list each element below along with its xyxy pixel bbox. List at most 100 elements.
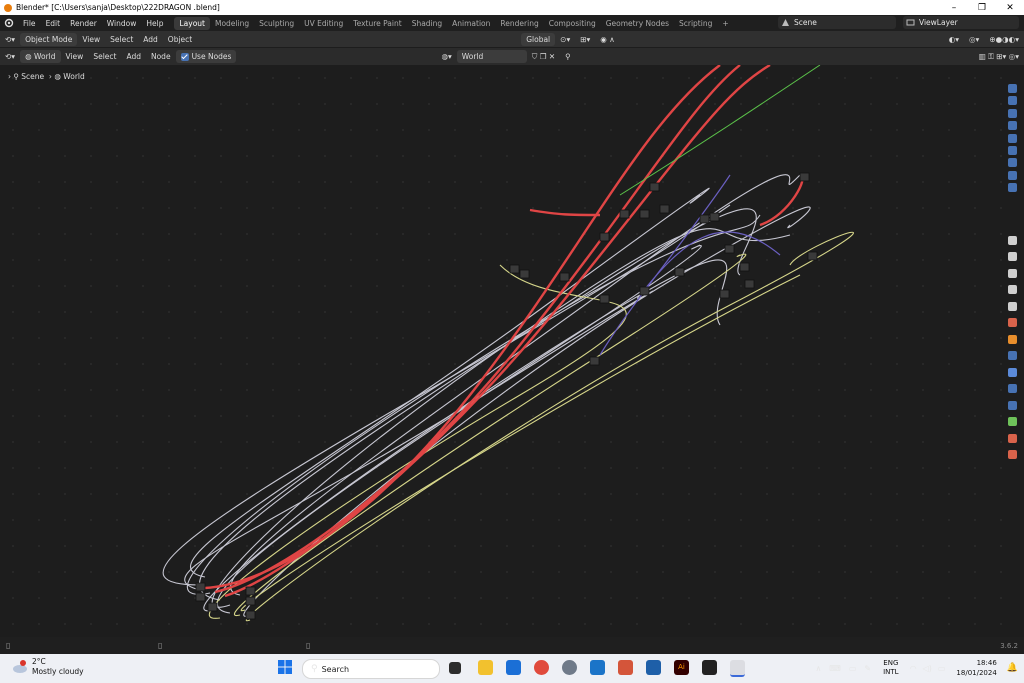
tab-sculpting[interactable]: Sculpting bbox=[254, 17, 299, 30]
menu-select-3d[interactable]: Select bbox=[105, 33, 138, 46]
tab-rendering[interactable]: Rendering bbox=[495, 17, 543, 30]
language-indicator[interactable]: ENG INTL bbox=[883, 659, 898, 677]
settings-gear-icon[interactable] bbox=[562, 660, 577, 675]
collection-camera-icon[interactable] bbox=[1008, 170, 1017, 180]
node-box[interactable] bbox=[619, 209, 630, 219]
world-fake-user-icon[interactable]: ⛉ ❐ ✕ bbox=[527, 50, 560, 63]
menu-view-node[interactable]: View bbox=[61, 50, 89, 63]
transform-orientation-selector[interactable]: Global bbox=[521, 32, 556, 46]
node-box[interactable] bbox=[599, 294, 610, 304]
add-workspace-button[interactable]: + bbox=[717, 17, 733, 30]
node-box[interactable] bbox=[245, 586, 256, 596]
properties-tab-icon[interactable] bbox=[1008, 433, 1017, 443]
task-view-icon[interactable] bbox=[449, 662, 461, 674]
maximize-button[interactable]: ❐ bbox=[968, 0, 996, 15]
node-box[interactable] bbox=[724, 244, 735, 254]
tab-layout[interactable]: Layout bbox=[174, 16, 210, 30]
blender-logo-icon[interactable] bbox=[4, 18, 14, 28]
menu-add-3d[interactable]: Add bbox=[138, 33, 163, 46]
properties-tab-icon[interactable] bbox=[1008, 450, 1017, 460]
node-box[interactable] bbox=[509, 264, 520, 274]
chrome-icon[interactable] bbox=[534, 660, 549, 675]
node-box[interactable] bbox=[599, 232, 610, 242]
pen-icon[interactable]: ✎ bbox=[864, 664, 871, 673]
collection-camera-icon[interactable] bbox=[1008, 183, 1017, 193]
properties-tab-icon[interactable] bbox=[1008, 351, 1017, 361]
properties-tab-icon[interactable] bbox=[1008, 301, 1017, 311]
properties-tab-icon[interactable] bbox=[1008, 417, 1017, 427]
collection-camera-icon[interactable] bbox=[1008, 158, 1017, 168]
tab-animation[interactable]: Animation bbox=[447, 17, 495, 30]
node-box[interactable] bbox=[195, 582, 206, 592]
scene-selector[interactable]: Scene bbox=[778, 16, 896, 29]
overlay-icon[interactable]: ◎▾ bbox=[964, 33, 984, 46]
use-nodes-checkbox[interactable] bbox=[180, 53, 189, 61]
collection-camera-icon[interactable] bbox=[1008, 145, 1017, 155]
viewport-gizmo-icon[interactable]: ◐▾ bbox=[944, 33, 964, 46]
use-nodes-toggle[interactable]: Use Nodes bbox=[175, 50, 237, 63]
wifi-icon[interactable]: ◠ bbox=[910, 664, 917, 673]
properties-tab-icon[interactable] bbox=[1008, 285, 1017, 295]
blender-taskbar-icon[interactable] bbox=[730, 660, 745, 677]
outlook-icon[interactable] bbox=[590, 660, 605, 675]
volume-icon[interactable]: ◁) bbox=[923, 664, 932, 673]
sticky-notes-icon[interactable] bbox=[702, 660, 717, 675]
menu-help[interactable]: Help bbox=[141, 19, 168, 28]
world-name-field[interactable]: World bbox=[456, 50, 527, 63]
node-box[interactable] bbox=[709, 212, 720, 222]
node-box[interactable] bbox=[639, 286, 650, 296]
node-box[interactable] bbox=[799, 172, 810, 182]
tab-modeling[interactable]: Modeling bbox=[210, 17, 254, 30]
mail-icon[interactable] bbox=[646, 660, 661, 675]
minimize-button[interactable]: – bbox=[940, 0, 968, 15]
breadcrumb-scene[interactable]: Scene bbox=[21, 72, 44, 81]
node-box[interactable] bbox=[659, 204, 670, 214]
properties-tab-icon[interactable] bbox=[1008, 367, 1017, 377]
node-box[interactable] bbox=[674, 267, 685, 277]
powerpoint-icon[interactable] bbox=[618, 660, 633, 675]
tab-uv-editing[interactable]: UV Editing bbox=[299, 17, 348, 30]
battery-icon[interactable]: ▭ bbox=[938, 664, 946, 673]
menu-add-node[interactable]: Add bbox=[121, 50, 146, 63]
view-layer-selector[interactable]: ViewLayer bbox=[903, 16, 1019, 29]
node-box[interactable] bbox=[744, 279, 755, 289]
node-box[interactable] bbox=[807, 251, 818, 261]
start-windows-icon[interactable] bbox=[278, 660, 292, 674]
menu-view-3d[interactable]: View bbox=[77, 33, 105, 46]
node-box[interactable] bbox=[589, 356, 600, 366]
properties-tab-icon[interactable] bbox=[1008, 235, 1017, 245]
menu-node[interactable]: Node bbox=[146, 50, 176, 63]
node-editor-options-icon[interactable]: ▥ ⚿ ⊞▾ ◎▾ bbox=[974, 50, 1024, 63]
node-box[interactable] bbox=[245, 610, 256, 620]
display-icon[interactable]: ▭ bbox=[849, 664, 857, 673]
notifications-icon[interactable]: 🔔 bbox=[1007, 663, 1018, 673]
tab-shading[interactable]: Shading bbox=[407, 17, 447, 30]
properties-tab-icon[interactable] bbox=[1008, 334, 1017, 344]
taskbar-search[interactable]: ⚲ Search bbox=[302, 659, 440, 679]
illustrator-icon[interactable]: Ai bbox=[674, 660, 689, 675]
menu-edit[interactable]: Edit bbox=[41, 19, 66, 28]
menu-file[interactable]: File bbox=[18, 19, 41, 28]
shading-modes-icon[interactable]: ⊕●◑◐▾ bbox=[984, 33, 1024, 46]
node-box[interactable] bbox=[699, 214, 710, 224]
node-box[interactable] bbox=[559, 272, 570, 282]
world-browse-icon[interactable]: ◍▾ bbox=[436, 50, 456, 63]
proportional-edit-icon[interactable]: ◉ ∧ bbox=[595, 33, 619, 46]
tab-texture-paint[interactable]: Texture Paint bbox=[348, 17, 406, 30]
node-editor-canvas[interactable] bbox=[0, 63, 1002, 637]
weather-widget[interactable]: 2°C Mostly cloudy bbox=[12, 657, 84, 677]
node-editor-type-button[interactable]: ⟲▾ bbox=[0, 50, 20, 63]
properties-tab-icon[interactable] bbox=[1008, 268, 1017, 278]
editor-type-button[interactable]: ⟲▾ bbox=[0, 33, 20, 46]
pivot-icon[interactable]: ⊙▾ bbox=[555, 33, 575, 46]
node-box[interactable] bbox=[739, 262, 750, 272]
node-box[interactable] bbox=[719, 289, 730, 299]
properties-tab-icon[interactable] bbox=[1008, 252, 1017, 262]
close-button[interactable]: ✕ bbox=[996, 0, 1024, 15]
node-box[interactable] bbox=[207, 602, 218, 612]
tab-geometry-nodes[interactable]: Geometry Nodes bbox=[601, 17, 674, 30]
node-box[interactable] bbox=[245, 596, 256, 606]
breadcrumb-world[interactable]: World bbox=[63, 72, 85, 81]
node-box[interactable] bbox=[195, 592, 206, 602]
keyboard-icon[interactable]: ⌨ bbox=[829, 664, 841, 673]
